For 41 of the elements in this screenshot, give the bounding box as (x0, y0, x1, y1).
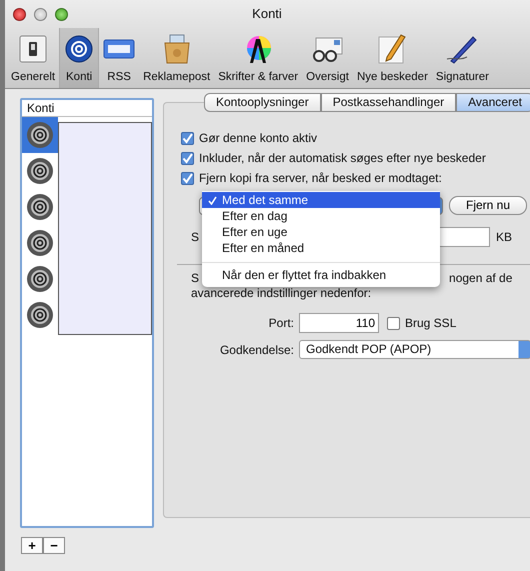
toolbar-item[interactable]: Konti (59, 28, 100, 88)
note-text: S (191, 271, 200, 286)
zoom-button[interactable] (55, 8, 68, 20)
checkbox[interactable] (181, 172, 194, 184)
tab[interactable]: Kontooplysninger (204, 93, 321, 112)
minimize-button[interactable] (34, 8, 47, 20)
toolbar-item[interactable]: Nye beskeder (352, 28, 432, 88)
unit-label: KB (496, 229, 512, 246)
toolbar-item[interactable]: Reklamepost (139, 28, 214, 88)
menu-item[interactable]: Med det samme (202, 192, 440, 208)
toolbar-item[interactable]: Oversigt (302, 28, 353, 88)
port-field[interactable]: 110 (299, 313, 379, 333)
toolbar-item[interactable]: Skrifter & farver (214, 28, 302, 88)
auth-label: Godkendelse: (218, 342, 294, 358)
tab[interactable]: Postkassehandlinger (320, 93, 456, 112)
remove-button[interactable]: − (43, 537, 65, 554)
port-label: Port: (268, 315, 294, 332)
remove-now-button[interactable]: Fjern nu (449, 196, 528, 215)
add-button[interactable]: + (21, 537, 43, 554)
checkbox-label: Fjern kopi fra server, når besked er modtaget: (199, 170, 442, 187)
menu-item[interactable]: Når den er flyttet fra indbakken (202, 262, 440, 283)
checkbox[interactable] (181, 132, 194, 144)
checkbox-label: Gør denne konto aktiv (199, 130, 318, 147)
account-row[interactable] (22, 117, 58, 153)
menu-item[interactable]: Efter en uge (202, 224, 440, 240)
checkbox[interactable] (181, 152, 194, 164)
tab[interactable]: Avanceret (456, 93, 530, 112)
auth-select[interactable]: Godkendt POP (APOP) (299, 340, 530, 359)
window-title: Konti (252, 5, 282, 24)
label-text: S (191, 229, 200, 246)
note-text: nogen af de (449, 271, 512, 286)
toolbar-item[interactable]: RSS (99, 28, 140, 88)
menu-item[interactable]: Efter en dag (202, 208, 440, 224)
ssl-checkbox[interactable] (387, 316, 400, 330)
checkbox-label: Inkluder, når der automatisk søges efter nye beskeder (199, 150, 486, 167)
toolbar-item[interactable]: Signaturer (432, 28, 493, 88)
checkbox-label: Brug SSL (405, 315, 456, 332)
note-text: avancerede indstillinger nedenfor: (191, 286, 372, 301)
close-button[interactable] (13, 8, 26, 20)
toolbar-item[interactable]: Generelt (7, 28, 60, 88)
menu-item[interactable]: Efter en måned (202, 240, 440, 256)
